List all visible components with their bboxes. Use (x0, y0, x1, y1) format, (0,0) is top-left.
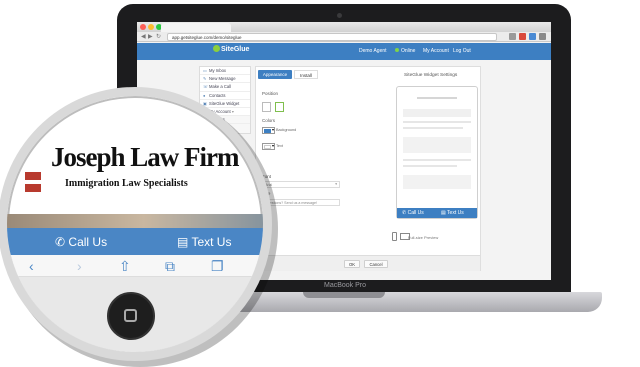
menu-icon[interactable] (539, 33, 546, 40)
log-out-link[interactable]: Log Out (453, 48, 471, 54)
text-us-label: Text Us (191, 235, 232, 249)
magnifier-lens: Joseph Law Firm Immigration Law Speciali… (0, 87, 272, 361)
online-dot-icon (395, 48, 399, 52)
preview-placeholder (403, 175, 471, 189)
preview-call-us[interactable]: ✆ Call Us (402, 210, 424, 216)
preview-placeholder (417, 97, 457, 99)
firm-subtitle: Immigration Law Specialists (65, 178, 188, 189)
status-label: Online (401, 48, 416, 54)
chevron-down-icon: ▾ (272, 127, 275, 132)
phone-toggle-icon[interactable] (392, 232, 397, 241)
bookmarks-icon[interactable]: ⧉ (165, 258, 175, 275)
safari-toolbar (7, 255, 263, 277)
back-icon[interactable]: ‹ (29, 258, 34, 274)
chat-icon: ▤ (177, 235, 189, 249)
sidebar-item-label: My Inbox (209, 68, 226, 73)
text-swatch (264, 145, 271, 149)
agent-name[interactable]: Demo Agent (359, 48, 387, 54)
phone-icon: ✆ (55, 235, 66, 249)
share-icon[interactable]: ⇧ (119, 258, 131, 275)
preview-call-label: Call Us (407, 210, 424, 216)
hero-photo (7, 214, 263, 228)
widget-settings-panel: Appearance Install SiteGlue Widget Setti… (255, 66, 481, 271)
panel-title: SiteGlue Widget Settings (404, 73, 458, 78)
sidebar-item-inbox[interactable]: ▭ My Inbox (200, 67, 250, 76)
status-indicator[interactable]: Online (395, 48, 415, 54)
magnified-phone-view: Joseph Law Firm Immigration Law Speciali… (7, 96, 263, 352)
widget-bar (7, 228, 263, 255)
flag-stripe (25, 180, 41, 184)
sidebar-item-make-call[interactable]: ☏Make a Call (200, 83, 250, 92)
back-icon[interactable]: ◀ (141, 33, 146, 41)
chat-icon: ▤ (441, 210, 446, 216)
extension-icon[interactable] (529, 33, 536, 40)
preview-placeholder (403, 127, 463, 129)
colors-label: Colors (262, 118, 276, 123)
phone-preview: ✆ Call Us ▤ Text Us (396, 86, 478, 219)
tab-install[interactable]: Install (294, 70, 318, 79)
chevron-down-icon: ▾ (335, 182, 337, 186)
call-us-button[interactable]: ✆ Call Us (55, 235, 107, 249)
preview-widget-bar: ✆ Call Us ▤ Text Us (397, 208, 477, 218)
phone-icon: ✆ (402, 210, 407, 216)
panel-footer: OK Cancel (256, 255, 480, 271)
font-select[interactable]: Arial ▾ (262, 181, 340, 188)
extension-icon[interactable] (509, 33, 516, 40)
background-color-label: Background (276, 128, 297, 132)
sidebar-item-new-message[interactable]: ✎ New Message (200, 75, 250, 84)
text-color-picker[interactable]: ▾ (262, 143, 275, 150)
preview-text-us[interactable]: ▤ Text Us (441, 210, 464, 216)
sidebar-item-label: Make a Call (209, 84, 232, 90)
logo[interactable]: SiteGlue (213, 45, 249, 53)
position-right-option[interactable] (275, 102, 284, 112)
position-left-option[interactable] (262, 102, 271, 112)
logo-icon (213, 45, 220, 52)
forward-icon[interactable]: ▶ (148, 33, 153, 41)
firm-name: Joseph Law Firm (51, 142, 239, 172)
chevron-down-icon: ▾ (272, 143, 275, 148)
phone-status-bar (397, 87, 477, 93)
app-header: SiteGlue Demo Agent Online My Account Lo… (137, 43, 551, 60)
preview-text-label: Text Us (447, 210, 464, 216)
laptop-notch (303, 292, 385, 298)
text-us-button[interactable]: ▤ Text Us (177, 235, 231, 249)
forward-icon[interactable]: › (77, 258, 82, 274)
preview-placeholder (403, 165, 457, 167)
browser-titlebar (137, 22, 551, 32)
cancel-button[interactable]: Cancel (364, 260, 388, 268)
call-us-label: Call Us (68, 235, 108, 249)
preview-placeholder (403, 121, 471, 123)
camera (337, 13, 342, 18)
preview-placeholder (403, 159, 471, 161)
text-color-label: Text (276, 144, 283, 148)
macbook-label: MacBook Pro (323, 282, 367, 289)
home-square-icon (124, 309, 137, 322)
preview-placeholder (403, 109, 471, 117)
reload-icon[interactable]: ↻ (156, 33, 161, 41)
preview-placeholder (403, 137, 471, 153)
tab-appearance[interactable]: Appearance (258, 70, 292, 79)
my-account-link[interactable]: My Account (423, 48, 449, 54)
sidebar-item-label: New Message (209, 76, 236, 82)
extension-icon[interactable] (519, 33, 526, 40)
minimize-window-icon[interactable] (148, 24, 154, 30)
browser-tab[interactable] (161, 23, 231, 32)
fullsize-preview-link[interactable]: Full-size Preview (408, 235, 438, 240)
position-label: Position (262, 91, 279, 96)
close-window-icon[interactable] (140, 24, 146, 30)
browser-toolbar: ◀ ▶ ↻ app.getsiteglue.com/demo/siteglue (137, 32, 551, 42)
background-color-picker[interactable]: ▾ (262, 127, 275, 134)
ok-button[interactable]: OK (344, 260, 360, 268)
background-swatch (264, 129, 271, 133)
tabs-icon[interactable]: ❐ (211, 258, 224, 275)
logo-text: SiteGlue (221, 46, 250, 53)
address-bar[interactable]: app.getsiteglue.com/demo/siteglue (167, 33, 497, 41)
